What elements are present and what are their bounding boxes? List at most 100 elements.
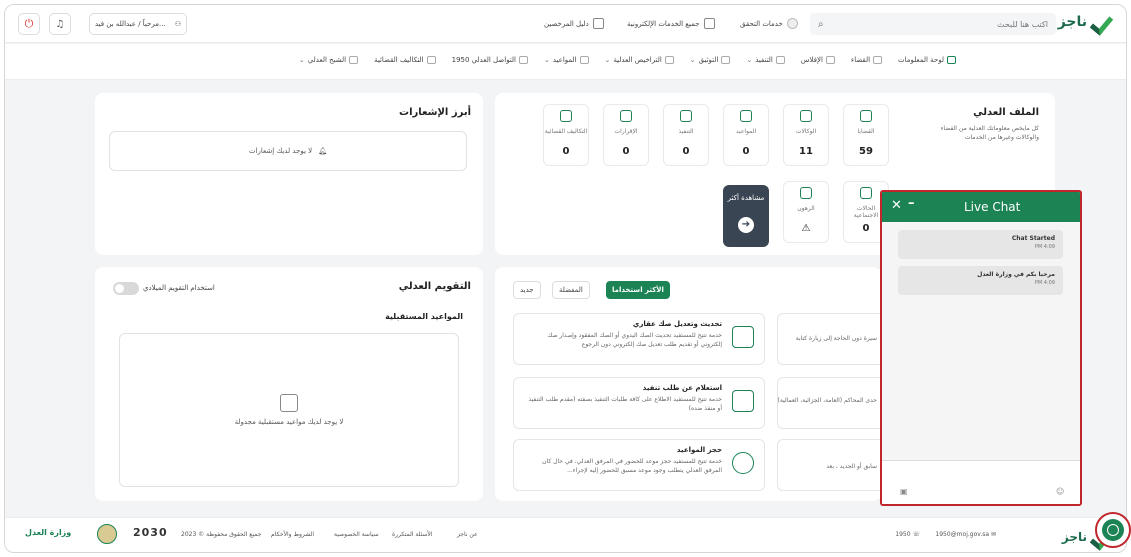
chat-launcher-button[interactable] — [1095, 512, 1131, 548]
service-card-deed-update[interactable]: تحديث وتعديل صك عقاري خدمة تتيح للمستفيد… — [513, 313, 765, 365]
service-desc: خدمة تتيح للمستفيد الاطلاع على كافة طلبا… — [528, 396, 722, 412]
licensees-guide-link[interactable]: دليل المرخصين — [544, 18, 604, 29]
tab-favorites[interactable]: المفضلة — [552, 281, 590, 299]
nav-item-9[interactable]: الشبح العدلي ⌄ — [299, 56, 359, 64]
search-input[interactable] — [858, 19, 1048, 29]
footer-link-about[interactable]: عن ناجز — [457, 531, 478, 538]
chat-title: Live Chat — [964, 200, 1021, 214]
tab-new[interactable]: جديد — [513, 281, 541, 299]
minimize-icon[interactable]: – — [908, 196, 915, 211]
document-icon — [620, 110, 632, 122]
footer-link-faq[interactable]: الأسئلة المتكررة — [392, 531, 432, 538]
justice-file-title: الملف العدلي — [973, 107, 1039, 118]
stat-declarations[interactable]: الإقرارات 0 — [603, 104, 649, 166]
footer-email[interactable]: 1950@moj.gov.sa ✉ — [935, 531, 996, 538]
nav-item-7[interactable]: التواصل العدلي 1950 — [452, 56, 528, 64]
notifications-button[interactable]: ♫ — [49, 13, 71, 35]
grid-icon — [703, 18, 715, 29]
notifications-title: أبرز الإشعارات — [399, 107, 471, 118]
stat-mortgages[interactable]: الرهون ⚠ — [783, 181, 829, 243]
verification-services-link[interactable]: خدمات التحقق — [740, 18, 798, 29]
notifications-empty-text: لا يوجد لديك إشعارات — [248, 147, 313, 155]
service-desc: سيرة دون الحاجة إلى زيارة كتابة — [795, 335, 877, 342]
chat-input-area[interactable]: ▣ ☺ — [882, 460, 1080, 504]
nav-icon — [947, 56, 956, 64]
attach-icon[interactable]: ▣ — [900, 487, 908, 496]
stat-agencies[interactable]: الوكالات 11 — [783, 104, 829, 166]
close-icon[interactable]: ✕ — [891, 198, 902, 213]
service-card-partial-3[interactable]: سابق أو الجديد ، بعد — [777, 439, 881, 491]
nav-item-1[interactable]: القضاء — [850, 56, 883, 64]
nav-item-0[interactable]: لوحة المعلومات — [898, 56, 956, 64]
nav-item-5[interactable]: التراخيص العدلية ⌄ — [605, 56, 674, 64]
gregorian-toggle[interactable] — [113, 282, 139, 295]
nav-item-8[interactable]: التكاليف القضائية — [374, 56, 436, 64]
calendar-card: التقويم العدلي استخدام التقويم الميلادي … — [95, 267, 483, 501]
nav-label: لوحة المعلومات — [898, 56, 944, 64]
licensees-guide-label: دليل المرخصين — [544, 19, 589, 28]
chat-message: مرحبا بكم في وزارة العدل PM 4:09 — [898, 266, 1063, 295]
calendar-icon — [280, 394, 298, 412]
footer: ناجز 1950@moj.gov.sa ✉ 1950 ☏ عن ناجز ال… — [5, 517, 1126, 552]
email-icon: ✉ — [990, 531, 996, 538]
footer-link-privacy[interactable]: سياسة الخصوصية — [334, 531, 379, 538]
najiz-logo[interactable]: ناجز — [1058, 13, 1112, 31]
service-card-partial-1[interactable]: سيرة دون الحاجة إلى زيارة كتابة — [777, 313, 881, 365]
nav-label: الشبح العدلي — [307, 56, 347, 64]
execution-icon — [680, 110, 692, 122]
service-desc: خدمة تتيح للمستفيد حجز موعد للحضور في ال… — [542, 458, 722, 474]
service-desc: سابق أو الجديد ، بعد — [826, 463, 877, 470]
stat-value: 0 — [562, 146, 570, 157]
footer-phone[interactable]: 1950 ☏ — [895, 531, 920, 538]
chevron-down-icon: ⌄ — [689, 56, 696, 64]
search-box[interactable]: ⌕ — [810, 13, 1056, 35]
notifications-card: أبرز الإشعارات لا يوجد لديك إشعارات 🔔︎ — [95, 93, 483, 255]
message-text: Chat Started — [1011, 235, 1055, 242]
emoji-icon[interactable]: ☺ — [1056, 487, 1064, 496]
guide-icon — [592, 18, 604, 29]
gregorian-toggle-label: استخدام التقويم الميلادي — [143, 284, 215, 292]
chat-icon — [1107, 524, 1119, 536]
view-more-button[interactable]: مشاهدة أكثر ➔ — [723, 185, 769, 247]
stat-appointments[interactable]: المواعيد 0 — [723, 104, 769, 166]
user-greeting[interactable]: مرحباً / عبدالله بن فيد... ⚇ — [89, 13, 187, 35]
logout-button[interactable]: ⏻ — [18, 13, 40, 35]
services-card: الأكثر استخداما المفضلة جديد تحديث وتعدي… — [495, 267, 881, 501]
stat-label: المواعيد — [735, 128, 757, 135]
nav-icon — [664, 56, 674, 64]
logout-icon: ⏻ — [24, 17, 34, 30]
stat-cases[interactable]: القضايا 59 — [843, 104, 889, 166]
tab-most-used[interactable]: الأكثر استخداما — [606, 281, 670, 299]
notifications-empty: لا يوجد لديك إشعارات 🔔︎ — [109, 131, 467, 171]
footer-link-terms[interactable]: الشروط والأحكام — [271, 531, 314, 538]
nav-item-4[interactable]: التوثيق ⌄ — [690, 56, 731, 64]
nav-icon — [873, 56, 883, 64]
verification-services-label: خدمات التحقق — [740, 19, 783, 28]
search-icon[interactable]: ⌕ — [818, 19, 824, 30]
message-time: PM 4:09 — [1034, 244, 1055, 250]
stat-execution[interactable]: التنفيذ 0 — [663, 104, 709, 166]
calendar-icon — [740, 110, 752, 122]
stat-judicial-costs[interactable]: التكاليف القضائية 0 — [543, 104, 589, 166]
service-card-execution-inquiry[interactable]: استعلام عن طلب تنفيذ خدمة تتيح للمستفيد … — [513, 377, 765, 429]
email-text: 1950@moj.gov.sa — [935, 531, 990, 538]
nav-icon — [579, 56, 589, 64]
nav-icon — [349, 56, 359, 64]
chat-message: Chat Started PM 4:09 — [898, 230, 1063, 259]
user-icon: ⚇ — [174, 20, 181, 28]
nav-label: التنفيذ — [755, 56, 773, 64]
nav-item-2[interactable]: الإفلاس — [801, 56, 835, 64]
gavel-icon — [860, 110, 872, 122]
service-card-book-appointment[interactable]: حجز المواعيد خدمة تتيح للمستفيد حجز موعد… — [513, 439, 765, 491]
chat-header: ✕ – Live Chat — [882, 192, 1080, 222]
nav-item-3[interactable]: التنفيذ ⌄ — [746, 56, 785, 64]
chevron-down-icon: ⌄ — [544, 56, 550, 64]
nav-label: القضاء — [850, 56, 871, 64]
nav-item-6[interactable]: المواعيد ⌄ — [544, 56, 589, 64]
service-desc: خدمة تتيح للمستفيد تحديث الصك اليدوي أو … — [547, 332, 722, 348]
stat-label: التنفيذ — [678, 128, 694, 135]
service-card-partial-2[interactable]: حدى المحاكم (العامة، الجزائية، العمالية) — [777, 377, 881, 429]
nav-icon — [426, 56, 436, 64]
all-eservices-link[interactable]: جميع الخدمات الإلكترونية — [627, 18, 715, 29]
chat-messages[interactable]: Chat Started PM 4:09 مرحبا بكم في وزارة … — [882, 222, 1080, 460]
